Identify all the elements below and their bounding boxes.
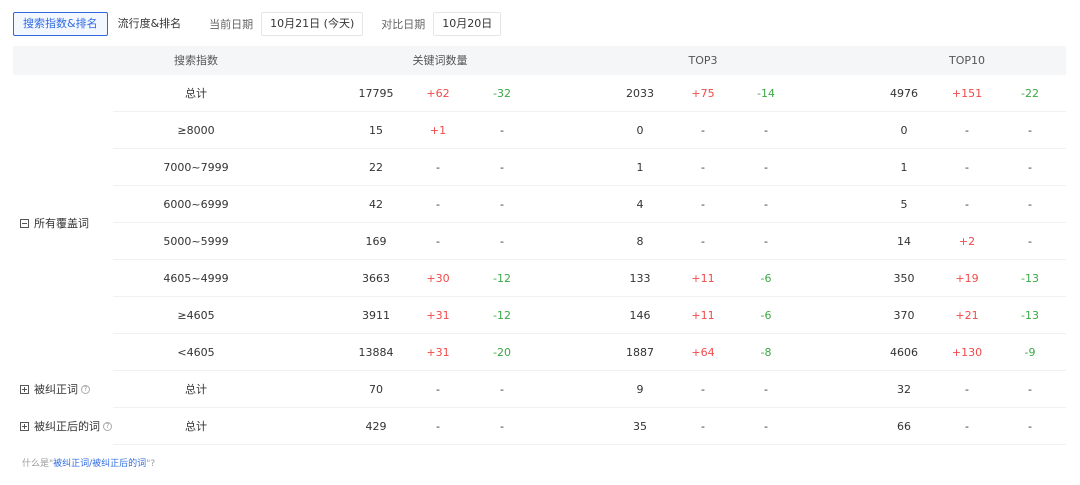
cell-top10-down: - [1028, 161, 1032, 174]
table-row: 总计 429- -35- -66- - [13, 408, 1066, 445]
table-row: ≥4605 3911 +31 -12 146 +11 -6 370 +21 -13 [13, 297, 1066, 334]
cell-keyword-down: - [500, 161, 504, 174]
cell-top10-up: - [965, 383, 969, 396]
cell-top10-up: - [965, 161, 969, 174]
cell-top3-up: +64 [691, 346, 715, 359]
cell-range: 4605~4999 [163, 272, 229, 285]
cell-top10-down: -9 [1024, 346, 1036, 359]
cell-top10-up: +151 [951, 87, 983, 100]
cell-keyword-down: -20 [493, 346, 511, 359]
cell-top3-up: - [701, 235, 705, 248]
cell-keyword-up: +62 [426, 87, 450, 100]
cell-keyword-up: - [436, 420, 440, 433]
cell-top10-down: - [1028, 198, 1032, 211]
cell-keyword-up: - [436, 161, 440, 174]
table-row: 总计 17795 +62 -32 2033 +75 -14 4976 +151 -22 [13, 75, 1066, 112]
cell-keyword-up: - [436, 383, 440, 396]
table-row: 6000~6999 42- -4- -5- - [13, 186, 1066, 223]
header-search-index: 搜索指数 [174, 54, 218, 67]
cell-top10-up: +130 [951, 346, 983, 359]
cell-range: 5000~5999 [163, 235, 229, 248]
cell-top3-up: +75 [691, 87, 715, 100]
cell-keyword-down: - [500, 383, 504, 396]
cell-top3-up: +11 [691, 272, 715, 285]
cell-keyword-down: - [500, 420, 504, 433]
cell-top10-down: -13 [1021, 309, 1039, 322]
cell-top10-up: - [965, 124, 969, 137]
table-row: 5000~5999 169- -8- -14 +2- [13, 223, 1066, 260]
cell-range: ≥4605 [177, 309, 215, 322]
cell-top3-up: - [701, 124, 705, 137]
cell-range: 6000~6999 [163, 198, 229, 211]
current-date-picker[interactable]: 10月21日 (今天) [261, 12, 364, 36]
footnote: 什么是"被纠正词/被纠正后的词"? [22, 456, 155, 469]
cell-top3-down: -6 [760, 309, 772, 322]
cell-top10-down: - [1028, 383, 1032, 396]
cell-top3-down: - [764, 420, 768, 433]
cell-range: ≥8000 [177, 124, 215, 137]
cell-top10-up: +21 [955, 309, 979, 322]
cell-top3-up: - [701, 198, 705, 211]
current-date-label: 当前日期 [209, 18, 254, 31]
cell-top10-down: -13 [1021, 272, 1039, 285]
cell-keyword-up: +31 [426, 346, 450, 359]
cell-keyword-down: -12 [493, 309, 511, 322]
cell-keyword-down: - [500, 235, 504, 248]
cell-range: 总计 [185, 87, 207, 100]
cell-keyword-down: -32 [493, 87, 511, 100]
cell-top10-up: +2 [958, 235, 976, 248]
header-top10: TOP10 [948, 54, 985, 67]
cell-range: 总计 [185, 383, 207, 396]
tab-popularity-rank[interactable]: 流行度&排名 [108, 12, 192, 36]
table-row: 总计 70- -9- -32- - [13, 371, 1066, 408]
cell-top3-down: - [764, 161, 768, 174]
cell-keyword-down: - [500, 124, 504, 137]
toolbar: 搜索指数&排名 流行度&排名 当前日期 10月21日 (今天) 对比日期 10月… [13, 12, 502, 36]
cell-range: <4605 [177, 346, 215, 359]
table-row: ≥8000 15 +1-0- -0- - [13, 112, 1066, 149]
cell-top3-down: - [764, 235, 768, 248]
footnote-suffix: "? [146, 459, 156, 469]
compare-date-picker[interactable]: 10月20日 [433, 12, 502, 36]
header-keyword-count: 关键词数量 [412, 54, 468, 67]
cell-top3-down: - [764, 124, 768, 137]
cell-top3-down: -14 [757, 87, 775, 100]
cell-top10-down: - [1028, 420, 1032, 433]
cell-top10-up: - [965, 198, 969, 211]
cell-top3-up: - [701, 383, 705, 396]
cell-keyword-up: - [436, 198, 440, 211]
cell-range: 总计 [185, 420, 207, 433]
cell-top10-down: - [1028, 124, 1032, 137]
cell-top3-up: +11 [691, 309, 715, 322]
ranking-table: 搜索指数 关键词数量 TOP3 TOP10 所有覆盖词 被纠正词 ? 被纠正后的… [13, 46, 1066, 445]
cell-keyword-up: - [436, 235, 440, 248]
tab-search-index-rank[interactable]: 搜索指数&排名 [13, 12, 108, 36]
footnote-link[interactable]: 被纠正词/被纠正后的词 [53, 459, 146, 469]
cell-top3-down: -6 [760, 272, 772, 285]
cell-top10-down: - [1028, 235, 1032, 248]
table-row: 4605~4999 3663 +30 -12 133 +11 -6 350 +19 -13 [13, 260, 1066, 297]
cell-top3-down: -8 [760, 346, 772, 359]
cell-keyword-up: +1 [429, 124, 447, 137]
cell-top10-up: - [965, 420, 969, 433]
cell-top3-up: - [701, 420, 705, 433]
cell-top10-up: +19 [955, 272, 979, 285]
cell-keyword-up: +30 [426, 272, 450, 285]
cell-top10-down: -22 [1021, 87, 1039, 100]
cell-top3-up: - [701, 161, 705, 174]
cell-top3-down: - [764, 383, 768, 396]
compare-date-label: 对比日期 [381, 18, 426, 31]
header-top3: TOP3 [688, 54, 718, 67]
table-header: 搜索指数 关键词数量 TOP3 TOP10 [13, 46, 1066, 75]
cell-keyword-down: - [500, 198, 504, 211]
footnote-prefix: 什么是" [22, 459, 54, 469]
cell-keyword-down: -12 [493, 272, 511, 285]
cell-keyword-up: +31 [426, 309, 450, 322]
cell-top3-down: - [764, 198, 768, 211]
table-row: <4605 13884 +31 -20 1887 +64 -8 4606 +130 -9 [13, 334, 1066, 371]
table-row: 7000~7999 22- -1- -1- - [13, 149, 1066, 186]
cell-range: 7000~7999 [163, 161, 229, 174]
